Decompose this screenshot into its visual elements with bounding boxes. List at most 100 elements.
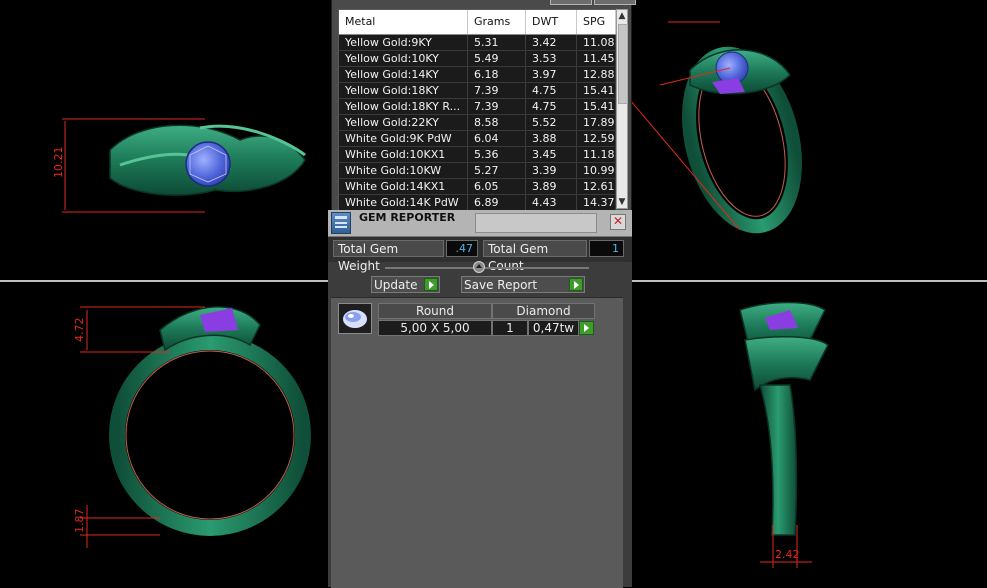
metal-cell-grams: 5.31	[468, 35, 526, 50]
metal-cell-spg: 12.88	[577, 67, 616, 82]
scroll-down-icon[interactable]: ▼	[617, 196, 627, 208]
total-gem-count-label: Total Gem Count	[483, 240, 587, 273]
report-icon	[331, 212, 351, 234]
play-icon[interactable]	[424, 278, 438, 291]
metal-cell-dwt: 3.53	[526, 51, 577, 66]
metal-cell-grams: 6.89	[468, 195, 526, 210]
gem-size: 5,00 X 5,00	[378, 320, 492, 336]
metal-cell-spg: 15.41	[577, 83, 616, 98]
total-gem-weight-label: Total Gem Weight	[333, 240, 444, 273]
panel-top-button-2[interactable]	[594, 0, 636, 5]
metal-cell-metal-name: Yellow Gold:9KY	[339, 35, 468, 50]
metal-cell-spg: 14.37	[577, 195, 616, 210]
dimension-label-height: 10.21	[52, 147, 65, 179]
metal-cell-grams: 7.39	[468, 83, 526, 98]
panel-top-button-1[interactable]	[550, 0, 592, 5]
gem-slider-handle[interactable]	[473, 261, 485, 273]
dimension-label-band-width: 2.42	[775, 548, 800, 561]
metal-table-row[interactable]: White Gold:9K PdW 6.04 3.88 12.59	[339, 131, 616, 147]
metal-cell-metal-name: White Gold:10KW	[339, 163, 468, 178]
column-header-dwt[interactable]: DWT	[526, 10, 577, 34]
metal-cell-metal-name: White Gold:14KX1	[339, 179, 468, 194]
metal-table-body: Yellow Gold:9KY 5.31 3.42 11.08 Yellow Gold:…	[339, 35, 616, 210]
metal-table-row[interactable]: White Gold:10KX1 5.36 3.45 11.18	[339, 147, 616, 163]
gem-shape: Round	[378, 303, 492, 319]
gem-totals-bar: Total Gem Weight .47 Total Gem Count 1	[328, 237, 632, 273]
update-button[interactable]: Update	[371, 276, 440, 293]
metal-table-row[interactable]: White Gold:14K PdW 6.89 4.43 14.37	[339, 195, 616, 210]
metal-cell-grams: 6.18	[468, 67, 526, 82]
metal-cell-dwt: 3.97	[526, 67, 577, 82]
metal-cell-metal-name: Yellow Gold:10KY	[339, 51, 468, 66]
metal-table-row[interactable]: Yellow Gold:14KY 6.18 3.97 12.88	[339, 67, 616, 83]
metal-table-header: Metal Grams DWT SPG	[339, 10, 616, 35]
metal-cell-spg: 11.08	[577, 35, 616, 50]
metal-table-row[interactable]: Yellow Gold:10KY 5.49 3.53 11.45	[339, 51, 616, 67]
metal-cell-dwt: 4.75	[526, 99, 577, 114]
gem-type: Diamond	[492, 303, 595, 319]
metal-table-row[interactable]: White Gold:14KX1 6.05 3.89 12.61	[339, 179, 616, 195]
ring-top-view	[62, 118, 306, 213]
ring-front-view	[80, 306, 311, 548]
metal-table-row[interactable]: Yellow Gold:22KY 8.58 5.52 17.89	[339, 115, 616, 131]
gem-count: 1	[492, 320, 528, 336]
metal-cell-dwt: 4.75	[526, 83, 577, 98]
total-gem-count-value: 1	[589, 240, 624, 257]
scroll-up-icon[interactable]: ▲	[617, 10, 627, 22]
metal-cell-dwt: 3.39	[526, 163, 577, 178]
gem-select-play-icon[interactable]	[579, 321, 594, 335]
save-report-button[interactable]: Save Report	[461, 276, 585, 293]
metal-cell-dwt: 5.52	[526, 115, 577, 130]
metal-cell-dwt: 4.43	[526, 195, 577, 210]
dimension-label-band-thickness: 1.87	[73, 509, 86, 534]
metal-table-row[interactable]: Yellow Gold:9KY 5.31 3.42 11.08	[339, 35, 616, 51]
metal-table-row[interactable]: Yellow Gold:18KY R... 7.39 4.75 15.41	[339, 99, 616, 115]
metal-cell-grams: 5.49	[468, 51, 526, 66]
metal-table-scrollbar[interactable]: ▲ ▼	[616, 9, 628, 209]
metal-table-row[interactable]: Yellow Gold:18KY 7.39 4.75 15.41	[339, 83, 616, 99]
metal-table-row[interactable]: White Gold:10KW 5.27 3.39 10.99	[339, 163, 616, 179]
metal-cell-metal-name: Yellow Gold:14KY	[339, 67, 468, 82]
gem-reporter-titlebar[interactable]: GEM REPORTER ✕	[328, 210, 632, 237]
metal-cell-metal-name: Yellow Gold:18KY	[339, 83, 468, 98]
metal-cell-grams: 8.58	[468, 115, 526, 130]
metal-cell-grams: 6.05	[468, 179, 526, 194]
metal-cell-dwt: 3.42	[526, 35, 577, 50]
metal-table: Metal Grams DWT SPG Yellow Gold:9KY 5.31 3…	[338, 9, 617, 211]
close-icon[interactable]: ✕	[610, 214, 626, 230]
metal-cell-grams: 5.27	[468, 163, 526, 178]
metal-cell-spg: 17.89	[577, 115, 616, 130]
ring-perspective-view	[629, 21, 802, 234]
gem-reporter-panel: GEM REPORTER ✕ Total Gem Weight .47 Tota…	[328, 210, 632, 588]
metal-cell-dwt: 3.88	[526, 131, 577, 146]
column-header-grams[interactable]: Grams	[468, 10, 526, 34]
metal-cell-grams: 6.04	[468, 131, 526, 146]
gem-thumbnail[interactable]	[338, 303, 372, 334]
metal-cell-spg: 12.59	[577, 131, 616, 146]
metal-cell-grams: 7.39	[468, 99, 526, 114]
round-gem-icon	[343, 310, 367, 328]
gem-reporter-tab[interactable]	[475, 213, 597, 233]
metal-cell-spg: 11.45	[577, 51, 616, 66]
column-header-spg[interactable]: SPG	[577, 10, 616, 34]
metal-cell-metal-name: Yellow Gold:22KY	[339, 115, 468, 130]
scroll-thumb[interactable]	[618, 24, 628, 104]
gem-weight: 0,47tw	[528, 320, 579, 336]
total-gem-weight-value: .47	[446, 240, 478, 257]
metal-cell-dwt: 3.89	[526, 179, 577, 194]
metal-cell-spg: 10.99	[577, 163, 616, 178]
metal-cell-grams: 5.36	[468, 147, 526, 162]
play-icon[interactable]	[569, 278, 583, 291]
gem-list: Round Diamond 5,00 X 5,00 1 0,47tw	[331, 297, 623, 588]
dimension-label-gem-height: 4.72	[73, 318, 86, 343]
metal-cell-metal-name: White Gold:10KX1	[339, 147, 468, 162]
metal-cell-metal-name: White Gold:9K PdW	[339, 131, 468, 146]
metal-cell-metal-name: Yellow Gold:18KY R...	[339, 99, 468, 114]
metal-cell-spg: 15.41	[577, 99, 616, 114]
gem-slider-track[interactable]	[385, 267, 589, 269]
column-header-metal[interactable]: Metal	[339, 10, 468, 34]
ring-side-view	[739, 301, 829, 568]
metal-cell-dwt: 3.45	[526, 147, 577, 162]
gem-reporter-title: GEM REPORTER	[359, 211, 456, 224]
save-report-button-label: Save Report	[464, 278, 538, 292]
